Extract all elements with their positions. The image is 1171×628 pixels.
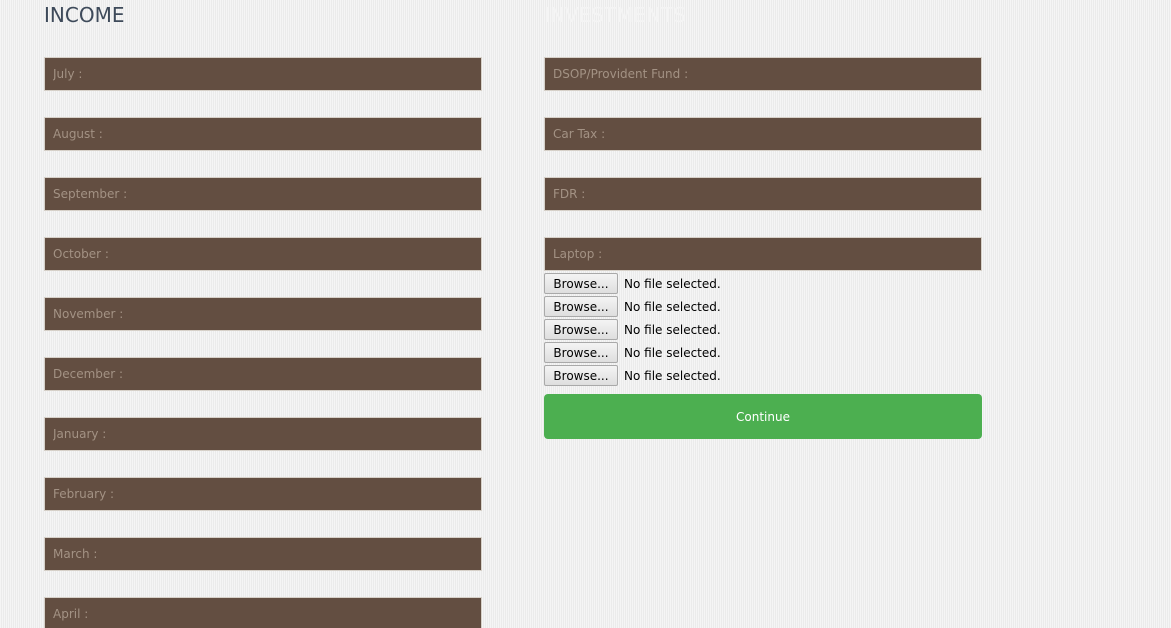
investments-title: INVESTMENTS — [544, 3, 686, 27]
file-input-3: Browse... No file selected. — [544, 319, 721, 340]
continue-button[interactable]: Continue — [544, 394, 982, 439]
file-status-1: No file selected. — [624, 276, 721, 291]
april-field[interactable] — [44, 597, 482, 628]
september-field[interactable] — [44, 177, 482, 211]
file-input-1: Browse... No file selected. — [544, 273, 721, 294]
file-input-2: Browse... No file selected. — [544, 296, 721, 317]
file-input-4: Browse... No file selected. — [544, 342, 721, 363]
file-status-3: No file selected. — [624, 322, 721, 337]
browse-button-4[interactable]: Browse... — [544, 342, 618, 363]
january-field[interactable] — [44, 417, 482, 451]
car-tax-field[interactable] — [544, 117, 982, 151]
file-status-5: No file selected. — [624, 368, 721, 383]
browse-button-3[interactable]: Browse... — [544, 319, 618, 340]
february-field[interactable] — [44, 477, 482, 511]
browse-button-5[interactable]: Browse... — [544, 365, 618, 386]
december-field[interactable] — [44, 357, 482, 391]
july-field[interactable] — [44, 57, 482, 91]
march-field[interactable] — [44, 537, 482, 571]
file-status-4: No file selected. — [624, 345, 721, 360]
fdr-field[interactable] — [544, 177, 982, 211]
browse-button-2[interactable]: Browse... — [544, 296, 618, 317]
file-input-5: Browse... No file selected. — [544, 365, 721, 386]
file-status-2: No file selected. — [624, 299, 721, 314]
income-title: INCOME — [44, 3, 125, 27]
laptop-field[interactable] — [544, 237, 982, 271]
november-field[interactable] — [44, 297, 482, 331]
browse-button-1[interactable]: Browse... — [544, 273, 618, 294]
dsop-provident-fund-field[interactable] — [544, 57, 982, 91]
august-field[interactable] — [44, 117, 482, 151]
october-field[interactable] — [44, 237, 482, 271]
